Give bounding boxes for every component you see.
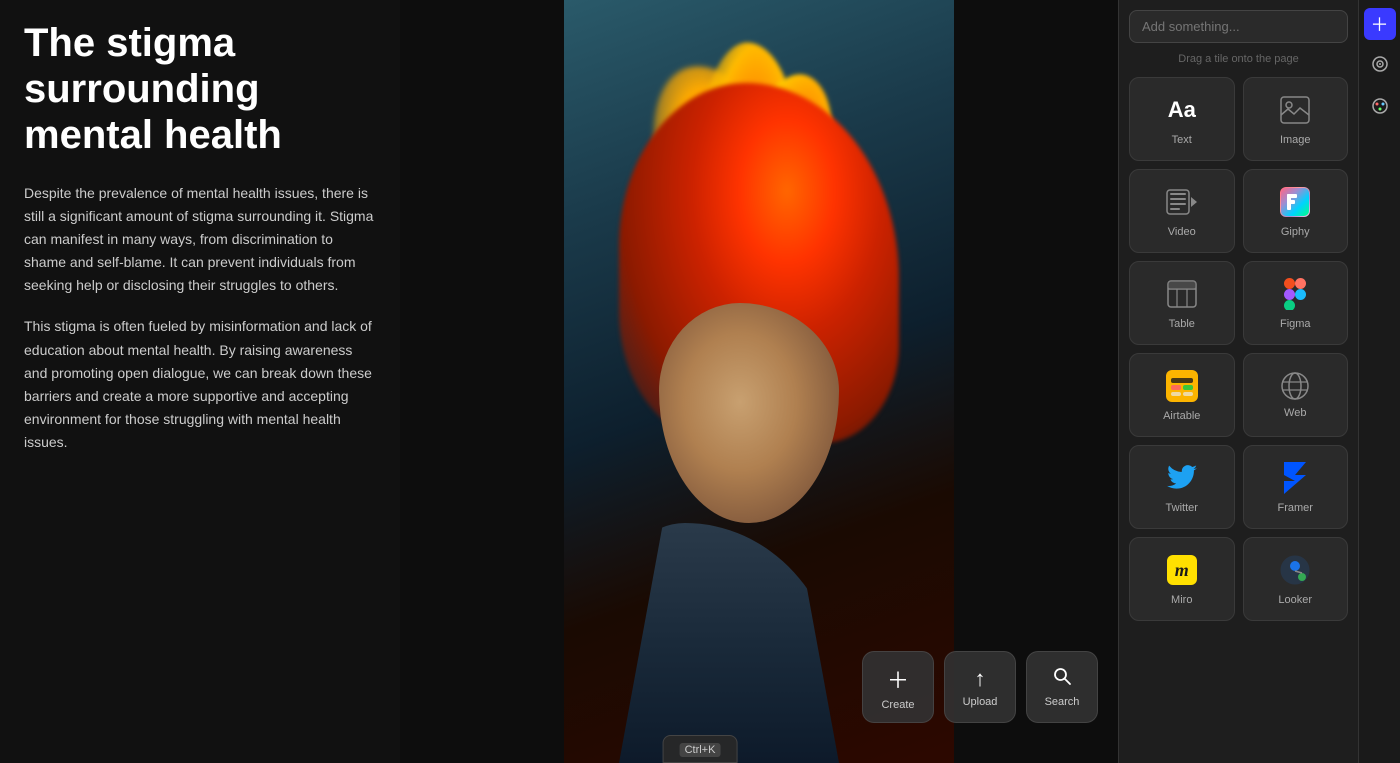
main-image: [564, 0, 954, 763]
web-tile-icon: [1280, 371, 1310, 401]
center-panel: ＋ Create ↑ Upload Search: [400, 0, 1118, 763]
tile-figma[interactable]: Figma: [1243, 261, 1349, 345]
edge-add-button[interactable]: ＋: [1364, 8, 1396, 40]
miro-tile-icon: m: [1164, 552, 1200, 588]
looker-tile-label: Looker: [1278, 594, 1312, 606]
airtable-tile-label: Airtable: [1163, 410, 1200, 422]
left-content-panel: The stigma surrounding mental health Des…: [0, 0, 400, 763]
tile-table[interactable]: Table: [1129, 261, 1235, 345]
upload-icon: ↑: [975, 666, 986, 692]
tiles-grid: Aa Text Image: [1129, 77, 1348, 621]
figma-tile-icon: [1277, 276, 1313, 312]
upload-label: Upload: [963, 696, 998, 708]
sidebar-search-input[interactable]: [1129, 10, 1348, 43]
article-title: The stigma surrounding mental health: [24, 20, 376, 158]
web-tile-label: Web: [1284, 407, 1306, 419]
text-tile-icon: Aa: [1164, 92, 1200, 128]
tile-image[interactable]: Image: [1243, 77, 1349, 161]
search-label: Search: [1045, 696, 1080, 708]
tile-text[interactable]: Aa Text: [1129, 77, 1235, 161]
twitter-tile-icon: [1164, 460, 1200, 496]
table-tile-icon: [1164, 276, 1200, 312]
upload-button[interactable]: ↑ Upload: [944, 651, 1016, 723]
article-paragraph-2: This stigma is often fueled by misinform…: [24, 315, 376, 454]
airtable-tile-icon: [1164, 368, 1200, 404]
framer-tile-icon: [1277, 460, 1313, 496]
target-icon: [1371, 55, 1389, 78]
tile-framer[interactable]: Framer: [1243, 445, 1349, 529]
drag-hint: Drag a tile onto the page: [1129, 53, 1348, 65]
giphy-tile-label: Giphy: [1281, 226, 1310, 238]
video-tile-icon: [1164, 184, 1200, 220]
search-icon: [1052, 666, 1072, 692]
figma-tile-label: Figma: [1280, 318, 1311, 330]
tile-looker[interactable]: Looker: [1243, 537, 1349, 621]
article-body: Despite the prevalence of mental health …: [24, 182, 376, 472]
giphy-tile-icon: [1277, 184, 1313, 220]
bottom-bar-text: Ctrl+K: [680, 742, 721, 756]
image-tile-label: Image: [1280, 134, 1311, 146]
framer-tile-label: Framer: [1278, 502, 1313, 514]
tile-web[interactable]: Web: [1243, 353, 1349, 437]
tile-airtable[interactable]: Airtable: [1129, 353, 1235, 437]
portrait-container: [564, 0, 954, 763]
create-button[interactable]: ＋ Create: [862, 651, 934, 723]
action-buttons-container: ＋ Create ↑ Upload Search: [862, 651, 1098, 723]
image-tile-icon: [1277, 92, 1313, 128]
plus-icon: ＋: [1371, 11, 1389, 37]
tile-giphy[interactable]: Giphy: [1243, 169, 1349, 253]
table-tile-label: Table: [1169, 318, 1195, 330]
text-tile-label: Text: [1172, 134, 1192, 146]
miro-tile-label: Miro: [1171, 594, 1192, 606]
keyboard-shortcut: Ctrl+K: [680, 743, 721, 757]
create-label: Create: [881, 699, 914, 711]
edge-palette-button[interactable]: [1364, 92, 1396, 124]
article-paragraph-1: Despite the prevalence of mental health …: [24, 182, 376, 297]
search-button[interactable]: Search: [1026, 651, 1098, 723]
right-sidebar: Drag a tile onto the page Aa Text Image: [1118, 0, 1358, 763]
palette-icon: [1371, 97, 1389, 120]
looker-tile-icon: [1277, 552, 1313, 588]
tile-twitter[interactable]: Twitter: [1129, 445, 1235, 529]
tile-video[interactable]: Video: [1129, 169, 1235, 253]
face: [659, 303, 839, 523]
edge-target-button[interactable]: [1364, 50, 1396, 82]
create-icon: ＋: [887, 663, 909, 695]
twitter-tile-label: Twitter: [1166, 502, 1198, 514]
video-tile-label: Video: [1168, 226, 1196, 238]
body-jacket: [619, 523, 839, 763]
bottom-bar: Ctrl+K: [663, 735, 738, 763]
tile-miro[interactable]: m Miro: [1129, 537, 1235, 621]
edge-toolbar: ＋: [1358, 0, 1400, 763]
